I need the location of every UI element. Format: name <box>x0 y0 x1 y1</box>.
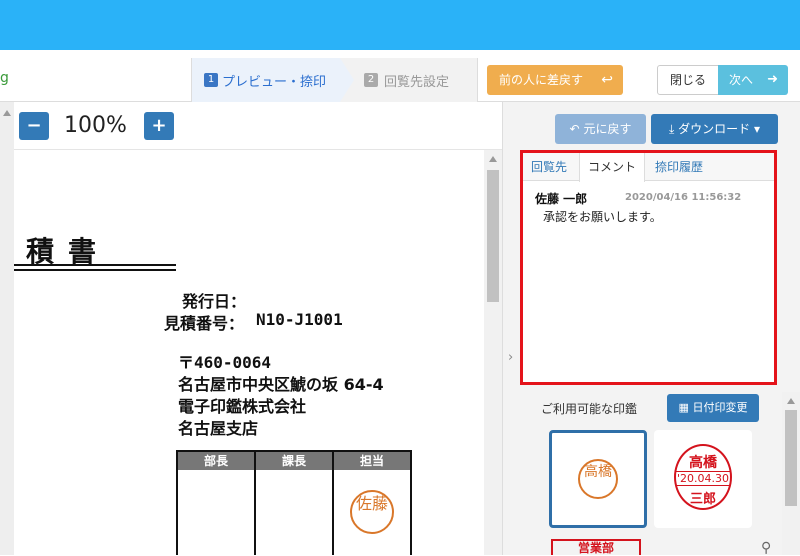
date-seal-date: '20.04.30 <box>676 471 730 486</box>
scroll-up-icon <box>489 156 497 162</box>
date-seal-bottom: 三郎 <box>689 492 716 507</box>
date-stamp-change-label: 日付印変更 <box>692 401 748 414</box>
undo-label: 元に戻す <box>583 122 632 136</box>
panel-tabs: 回覧先 コメント 捺印履歴 <box>523 153 774 182</box>
left-scroll-edge[interactable] <box>0 102 14 555</box>
step-circulation[interactable]: 回覧先設定 <box>384 71 449 90</box>
close-button[interactable]: 閉じる <box>657 65 719 95</box>
download-icon: ⤓ <box>668 122 675 136</box>
approval-stamp-table: 部長 課長 担当 佐藤 <box>176 450 412 555</box>
table-divider <box>332 470 334 555</box>
estimate-number: N10-J1001 <box>256 310 343 329</box>
step-number: 2 <box>364 73 378 87</box>
scroll-up-icon <box>787 398 795 404</box>
address: 名古屋市中央区鯱の坂 64-4 <box>178 375 384 394</box>
comment-text: 承認をお願いします。 <box>543 210 662 224</box>
placed-seal[interactable]: 佐藤 <box>350 490 394 534</box>
comment-author: 佐藤 一郎 <box>535 192 588 206</box>
step-label: プレビュー・捺印 <box>222 75 327 90</box>
title-underline <box>14 264 176 266</box>
arrow-right-icon: ➜ <box>767 72 778 87</box>
undo-button[interactable]: ↶ 元に戻す <box>555 114 646 144</box>
title-underline <box>14 269 176 271</box>
send-back-label: 前の人に差戻す <box>499 73 584 87</box>
postal-code: 〒460-0064 <box>178 353 272 372</box>
next-button[interactable]: 次へ ➜ <box>718 65 788 95</box>
zoom-bar: − 100% + <box>14 102 502 150</box>
toolbar: g 1 プレビュー・捺印 2 回覧先設定 前の人に差戻す ↩ 閉じる 次へ ➜ <box>0 58 800 102</box>
brand-stub: g <box>0 70 9 86</box>
download-button[interactable]: ⤓ ダウンロード ▾ <box>651 114 778 144</box>
comment-panel: 回覧先 コメント 捺印履歴 佐藤 一郎 2020/04/16 11:56:32 … <box>520 150 777 385</box>
calendar-icon: ▦ <box>678 401 689 414</box>
scroll-up-icon <box>3 110 11 116</box>
step-preview[interactable]: 1 プレビュー・捺印 <box>192 58 340 102</box>
document-scrollbar[interactable] <box>484 150 502 555</box>
available-seals-label: ご利用可能な印鑑 <box>541 402 638 416</box>
scrollbar-thumb[interactable] <box>785 410 797 506</box>
date-seal-top: 高橋 <box>689 455 717 471</box>
date-seal: 高橋 '20.04.30 三郎 <box>674 444 732 510</box>
branch-name: 名古屋支店 <box>178 419 259 438</box>
estimate-number-label: 見積番号： <box>164 314 245 333</box>
seal-list-scrollbar[interactable] <box>782 392 800 555</box>
company-name: 電子印鑑株式会社 <box>178 397 307 416</box>
seal-option-takahashi[interactable]: 高橋 <box>549 430 647 528</box>
next-label: 次へ <box>729 73 754 87</box>
app-header <box>0 0 800 50</box>
step-indicator: 1 プレビュー・捺印 2 回覧先設定 <box>191 58 478 102</box>
header-person-in-charge: 担当 <box>359 454 384 468</box>
caret-down-icon: ▾ <box>753 122 760 136</box>
zoom-level: 100% <box>64 113 127 138</box>
zoom-out-button[interactable]: − <box>19 112 49 140</box>
seal-takahashi: 高橋 <box>578 459 618 499</box>
seal-option-partial[interactable]: 営業部 <box>551 539 641 555</box>
step-number: 1 <box>204 73 218 87</box>
zoom-in-button[interactable]: + <box>144 112 174 140</box>
undo-icon: ↶ <box>569 122 580 136</box>
document-preview[interactable]: 見積書 発行日： 見積番号： N10-J1001 〒460-0064 名古屋市中… <box>14 150 484 555</box>
seal-option-date-stamp[interactable]: 高橋 '20.04.30 三郎 <box>654 430 752 528</box>
return-icon: ↩ <box>601 72 613 88</box>
send-back-button[interactable]: 前の人に差戻す ↩ <box>487 65 623 95</box>
comment-timestamp: 2020/04/16 11:56:32 <box>625 192 742 203</box>
header-section-head: 課長 <box>256 452 334 470</box>
issue-date-label: 発行日： <box>182 292 247 311</box>
table-divider <box>254 470 256 555</box>
stamp-table-header: 部長 課長 担当 <box>178 452 410 470</box>
tab-comments[interactable]: コメント <box>579 153 646 182</box>
side-panel: › ↶ 元に戻す ⤓ ダウンロード ▾ 回覧先 コメント 捺印履歴 佐藤 一郎 … <box>502 102 800 556</box>
date-stamp-change-button[interactable]: ▦ 日付印変更 <box>667 394 759 422</box>
step-arrow <box>340 58 354 102</box>
header-department-head: 部長 <box>178 452 256 470</box>
tab-circulation[interactable]: 回覧先 <box>523 153 575 181</box>
tab-stamp-history[interactable]: 捺印履歴 <box>647 153 711 181</box>
download-label: ダウンロード <box>678 122 751 136</box>
scrollbar-thumb[interactable] <box>487 170 499 302</box>
pin-icon[interactable]: ⚲ <box>761 540 771 556</box>
collapse-panel-icon[interactable]: › <box>508 350 513 365</box>
